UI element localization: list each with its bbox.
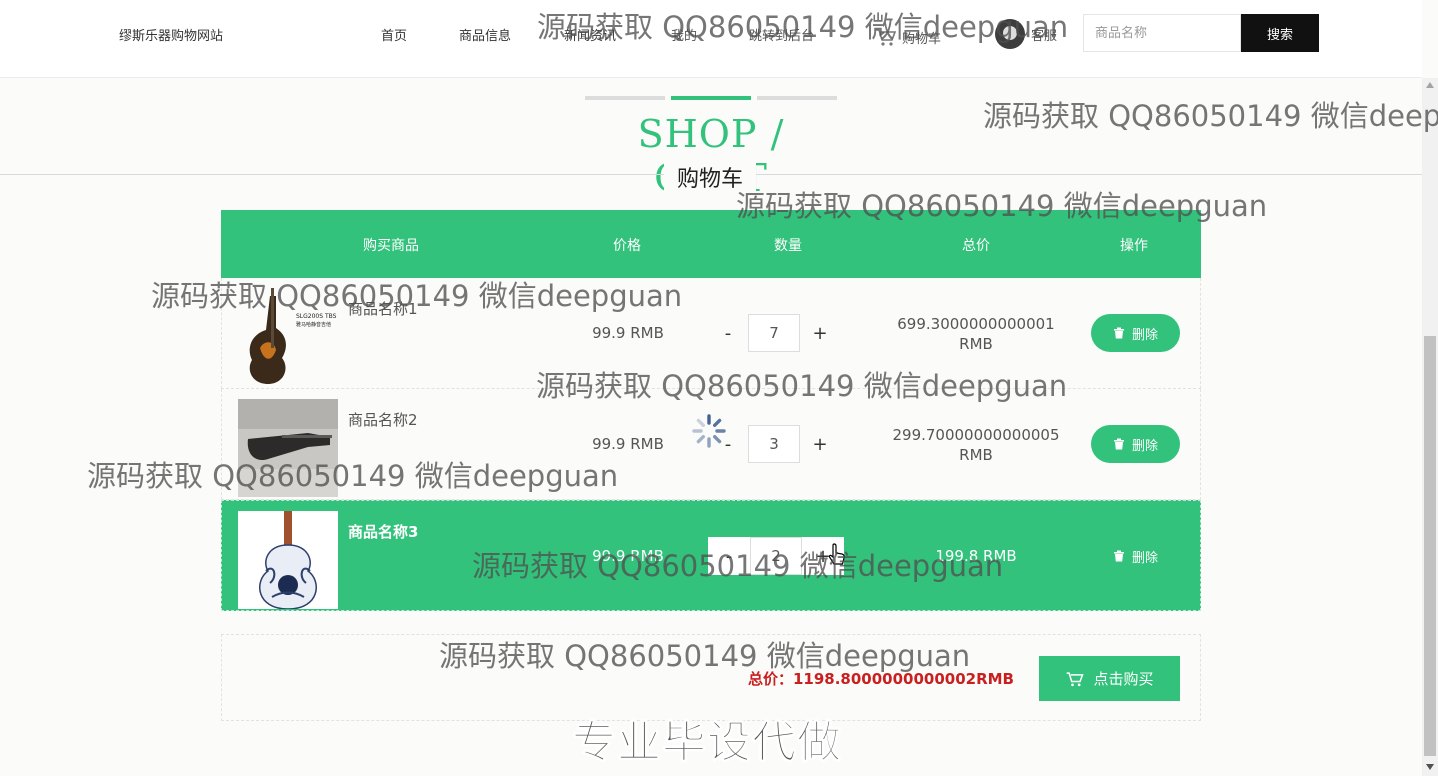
cart-link[interactable]: 购物车 [874,27,941,47]
product-image[interactable] [238,399,338,497]
title-bar-active [671,96,751,100]
site-brand[interactable]: 缪斯乐器购物网站 [119,25,223,44]
nav-home[interactable]: 首页 [381,25,407,44]
product-name[interactable]: 商品名称2 [348,409,418,430]
table-row-highlighted: 商品名称3 99.9 RMB - + 199.8 RMB 删除 [221,500,1201,611]
cart-table: 购买商品 价格 数量 总价 操作 SLG200S TBS 雅马哈静音吉他 商品名… [221,210,1201,611]
grand-total: 总价：1198.8000000000002RMB [747,670,1014,688]
trash-icon [1113,327,1124,339]
cart-label: 购物车 [902,31,942,47]
row-total: 199.8 RMB [886,546,1066,566]
product-price: 99.9 RMB [592,324,664,342]
trash-icon [1113,438,1124,450]
scrollbar-thumb[interactable] [1424,336,1436,756]
service-label: 客服 [1031,28,1058,44]
col-action: 操作 [1120,238,1148,254]
qty-input[interactable] [750,537,802,575]
table-row: SLG200S TBS 雅马哈静音吉他 商品名称1 99.9 RMB - + 6… [221,278,1201,389]
svg-text:SLG200S TBS: SLG200S TBS [296,313,337,320]
page: 缪斯乐器购物网站 首页 商品信息 新闻资讯 我的 跳转到后台 购物车 客服 搜索… [0,0,1438,776]
promo-banner: 专业毕设代做 [572,717,842,769]
row-total: 299.70000000000005 RMB [886,425,1066,465]
row-total: 699.3000000000001 RMB [886,314,1066,354]
title-bar-left [585,96,665,100]
delete-button[interactable]: 删除 [1091,537,1180,575]
nav-products[interactable]: 商品信息 [459,25,511,44]
row-total-unit: RMB [959,335,993,353]
qty-input[interactable] [748,314,800,352]
qty-input[interactable] [748,425,800,463]
col-total: 总价 [962,238,990,254]
product-name[interactable]: 商品名称1 [348,298,418,319]
row-total-value: 199.8 RMB [935,547,1017,565]
title-bar-right [757,96,837,100]
row-total-value: 299.70000000000005 [892,426,1060,444]
delete-label: 删除 [1131,550,1158,566]
col-price: 价格 [613,238,641,254]
delete-label: 删除 [1131,327,1158,343]
top-header: 缪斯乐器购物网站 首页 商品信息 新闻资讯 我的 跳转到后台 购物车 客服 搜索 [0,0,1422,78]
qty-decrease-button[interactable]: - [708,314,748,352]
scroll-up-arrow-icon[interactable] [1426,82,1434,88]
qty-decrease-button[interactable]: - [708,537,750,575]
delete-button[interactable]: 删除 [1091,314,1180,352]
title-decoration [585,96,837,100]
col-qty: 数量 [774,238,802,254]
search-button[interactable]: 搜索 [1241,14,1319,52]
product-price: 99.9 RMB [592,547,664,565]
search-input[interactable] [1083,14,1241,52]
nav-mine[interactable]: 我的 [671,25,697,44]
nav-news[interactable]: 新闻资讯 [564,25,616,44]
trash-icon [1113,550,1124,562]
product-image[interactable]: SLG200S TBS 雅马哈静音吉他 [238,288,338,386]
service-link[interactable]: 客服 [995,19,1057,49]
delete-button[interactable]: 删除 [1091,425,1180,463]
vertical-scrollbar[interactable] [1422,78,1438,776]
loading-spinner-icon [692,414,726,448]
col-product: 购买商品 [363,238,419,254]
checkout-button[interactable]: 点击购买 [1039,656,1180,701]
table-header: 购买商品 价格 数量 总价 操作 [221,210,1201,278]
row-total-unit: RMB [959,446,993,464]
qty-increase-button[interactable]: + [800,314,840,352]
row-total-value: 699.3000000000001 [897,315,1055,333]
qty-increase-button[interactable]: + [800,425,840,463]
scroll-down-arrow-icon[interactable] [1426,764,1434,770]
nav-admin[interactable]: 跳转到后台 [749,25,814,44]
product-price: 99.9 RMB [592,435,664,453]
quantity-stepper: - + [708,314,840,352]
delete-label: 删除 [1131,438,1158,454]
cart-icon [1067,671,1085,686]
watermark: 源码获取 QQ86050149 微信deep [983,99,1438,133]
service-avatar-icon [995,19,1025,49]
hand-cursor-icon [828,543,845,565]
cart-icon [876,29,897,46]
checkout-label: 点击购买 [1093,670,1154,688]
quantity-stepper: - + [708,425,840,463]
quantity-stepper: - + [708,537,844,575]
product-name[interactable]: 商品名称3 [348,521,418,542]
page-title-cn: 购物车 [664,161,756,193]
svg-text:雅马哈静音吉他: 雅马哈静音吉他 [296,321,331,328]
product-image[interactable] [238,511,338,609]
